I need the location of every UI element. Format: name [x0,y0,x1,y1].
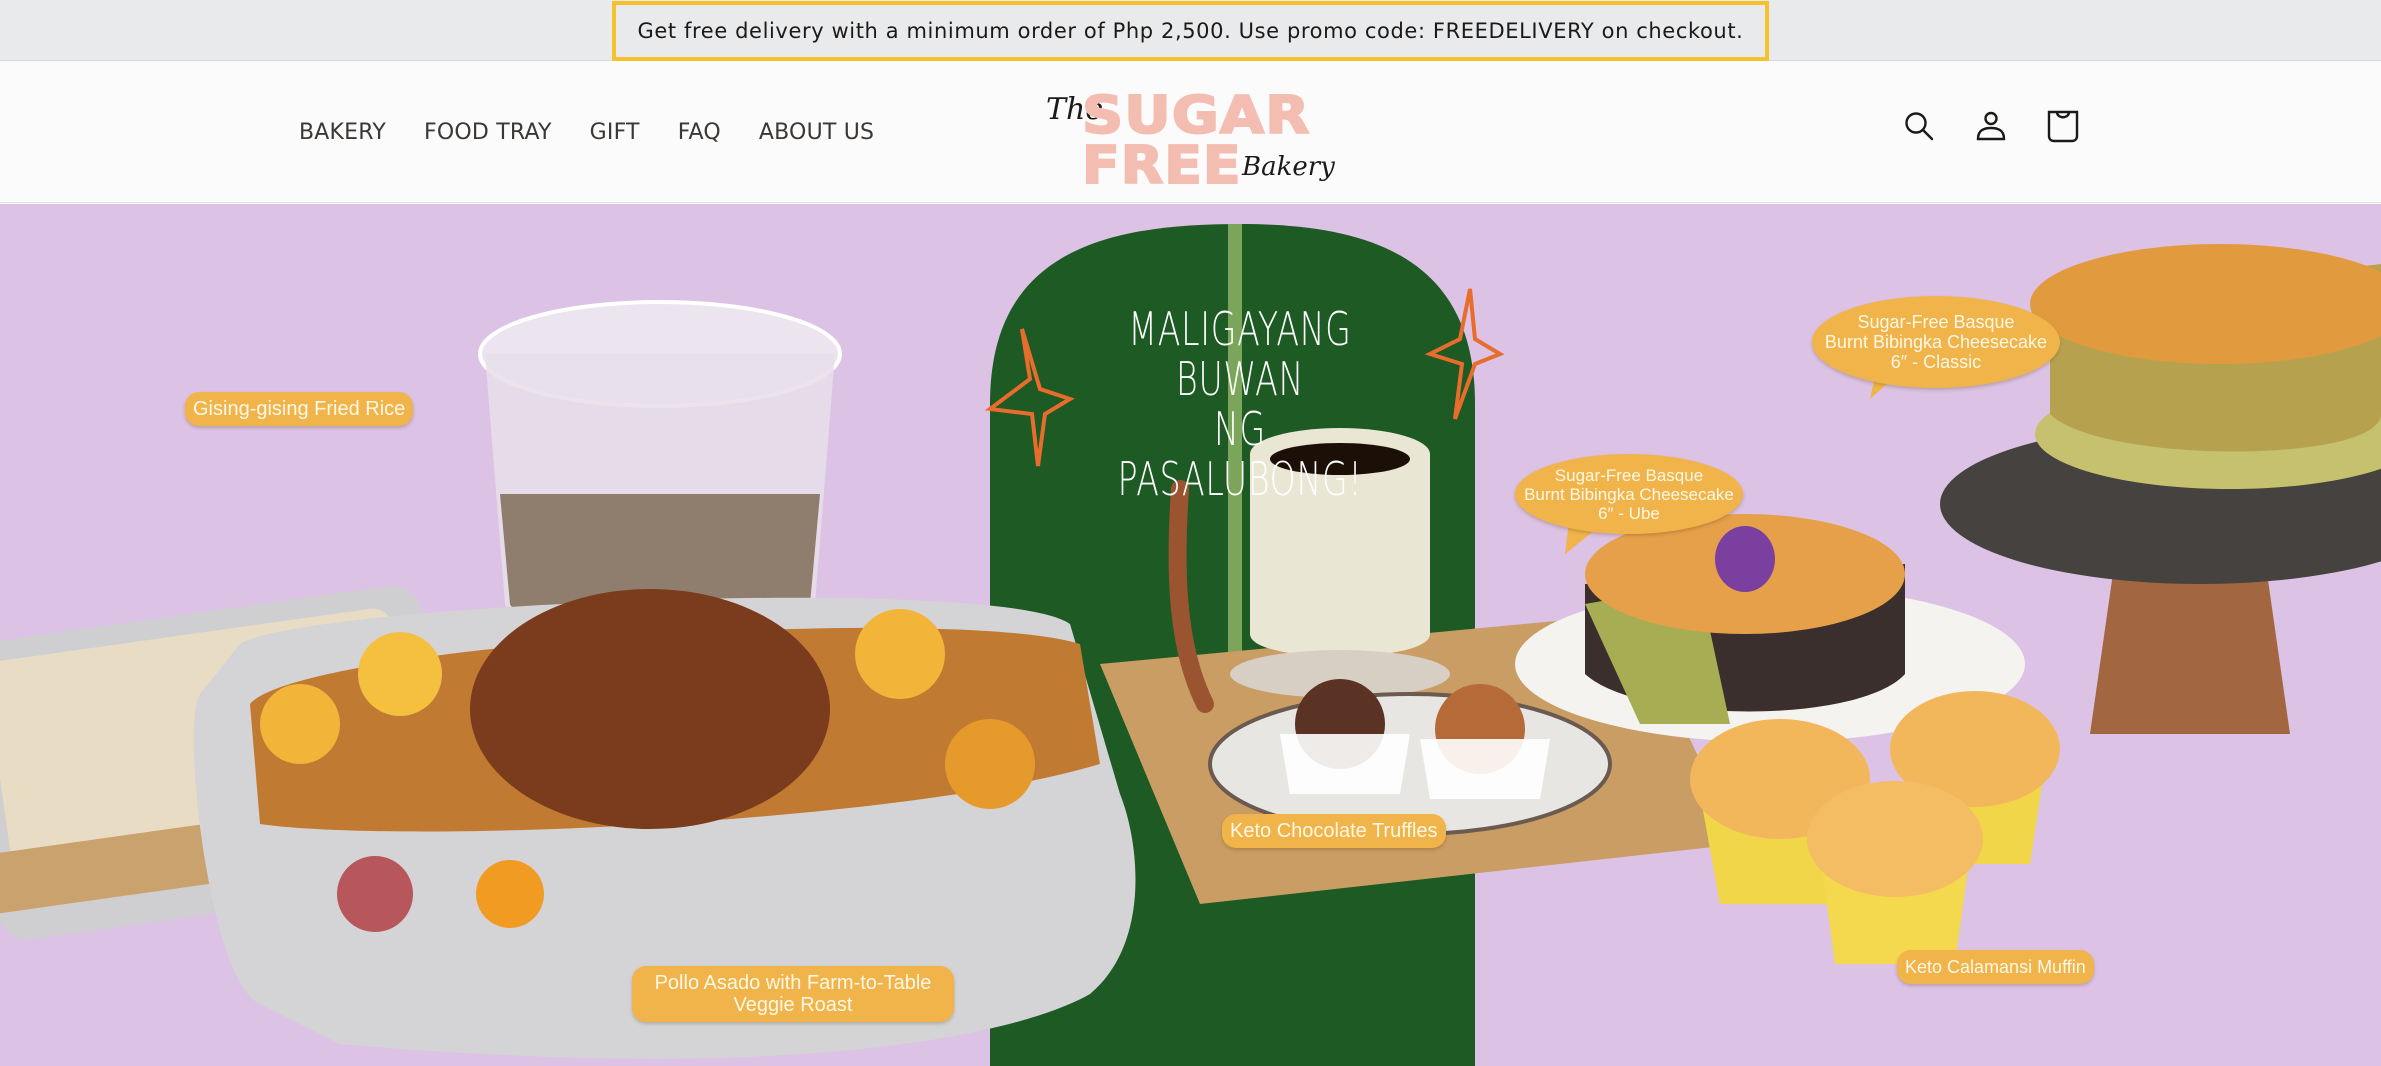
product-tag-label: Keto Chocolate Truffles [1230,820,1438,842]
nav-about-us[interactable]: ABOUT US [759,120,874,145]
nav-food-tray[interactable]: FOOD TRAY [424,120,552,145]
nav-bakery[interactable]: BAKERY [299,120,386,145]
product-tag-label-line1: Sugar-Free Basque [1857,312,2015,332]
account-button[interactable] [1974,109,2008,143]
product-tag-label-line2: Veggie Roast [733,994,853,1016]
hero-headline: MALIGAYANG BUWAN NG PASALUBONG! [1089,304,1391,504]
logo-sugar: SUGAR [1081,86,1311,146]
soup-tub [478,300,842,627]
header-icons [1902,109,2080,143]
product-tag-calamansi-muffin[interactable]: Keto Calamansi Muffin [1897,950,2094,984]
cart-icon [2047,110,2079,143]
headline-line-2: NG PASALUBONG! [1117,402,1363,506]
cart-button[interactable] [2046,109,2080,143]
headline-line-1: MALIGAYANG BUWAN [1128,302,1352,406]
logo-free: FREE [1081,136,1242,196]
product-tag-label-line1: Sugar-Free Basque [1554,465,1704,485]
product-tag-ube-cheesecake[interactable]: Sugar-Free Basque Burnt Bibingka Cheesec… [1515,454,1743,534]
site-header: BAKERY FOOD TRAY GIFT FAQ ABOUT US The S… [0,62,2381,203]
nav-gift[interactable]: GIFT [590,120,640,145]
hero-banner[interactable]: MALIGAYANG BUWAN NG PASALUBONG! Gising-g… [0,204,2381,1066]
announcement-bar: Get free delivery with a minimum order o… [0,0,2381,61]
product-tag-label-line2: Burnt Bibingka Cheesecake [1524,484,1734,504]
search-icon [1905,112,1934,141]
product-tag-label-line3: 6″ - Classic [1890,352,1982,372]
product-tag-fried-rice[interactable]: Gising-gising Fried Rice [185,392,414,426]
account-icon [1976,111,2006,141]
logo-bakery: Bakery [1242,152,1335,182]
product-tag-pollo-asado[interactable]: Pollo Asado with Farm-to-Table Veggie Ro… [632,966,954,1022]
product-tag-label-line3: 6″ - Ube [1598,503,1660,523]
nav-faq[interactable]: FAQ [678,120,721,145]
product-tag-label-line1: Pollo Asado with Farm-to-Table [654,972,932,994]
product-tag-label: Gising-gising Fried Rice [193,398,406,420]
product-tag-truffles[interactable]: Keto Chocolate Truffles [1222,814,1446,848]
product-tag-label: Keto Calamansi Muffin [1905,957,2086,977]
search-button[interactable] [1902,109,1936,143]
announcement-box: Get free delivery with a minimum order o… [612,1,1769,61]
announcement-text: Get free delivery with a minimum order o… [637,19,1744,43]
product-tag-label-line2: Burnt Bibingka Cheesecake [1824,332,2048,352]
main-nav: BAKERY FOOD TRAY GIFT FAQ ABOUT US [299,62,874,203]
site-logo[interactable]: The SUGAR FREE Bakery [1042,84,1335,196]
product-tag-classic-cheesecake[interactable]: Sugar-Free Basque Burnt Bibingka Cheesec… [1812,296,2060,388]
